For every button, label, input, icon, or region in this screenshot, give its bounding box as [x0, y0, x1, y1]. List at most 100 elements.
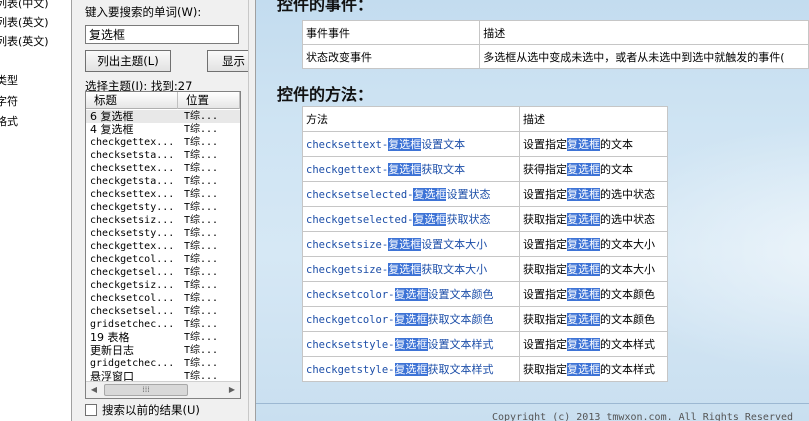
method-row: checkgetstyle-复选框获取文本样式 获取指定复选框的文本样式: [302, 356, 668, 382]
result-row[interactable]: checkgetsiz... T综...: [86, 279, 240, 292]
method-suffix: 获取文本: [421, 163, 466, 176]
desc-pre: 获取指定: [523, 213, 567, 226]
result-row[interactable]: checksetsta... T综...: [86, 149, 240, 162]
scroll-right-arrow-icon[interactable]: ▶: [224, 382, 240, 398]
desc-pre: 获取指定: [523, 313, 567, 326]
method-desc: 设置指定复选框的文本样式: [519, 331, 668, 357]
method-link[interactable]: checksetcolor-复选框设置文本颜色: [302, 281, 520, 307]
result-row[interactable]: checkgetsty... T综...: [86, 201, 240, 214]
tree-item[interactable]: 列表(英文): [0, 33, 49, 49]
method-link[interactable]: checksetselected-复选框设置状态: [302, 181, 520, 207]
method-desc: 设置指定复选框的文本大小: [519, 231, 668, 257]
scroll-thumb[interactable]: ⁞⁞⁞: [104, 384, 188, 396]
method-row: checksetsize-复选框设置文本大小 设置指定复选框的文本大小: [302, 231, 668, 257]
desc-highlight: 复选框: [567, 313, 600, 326]
method-link[interactable]: checkgetcolor-复选框获取文本颜色: [302, 306, 520, 332]
result-row[interactable]: 更新日志 T综...: [86, 344, 240, 357]
methods-table: 方法 描述 checksettext-复选框设置文本 设置指定复选框的文本 chec…: [302, 106, 668, 382]
method-highlight: 复选框: [394, 313, 428, 326]
method-link[interactable]: checkgetsize-复选框获取文本大小: [302, 256, 520, 282]
tree-item[interactable]: 列表(中文): [0, 0, 49, 11]
tree-item[interactable]: 类型: [0, 72, 18, 88]
methods-section-title: 控件的方法：: [277, 85, 374, 104]
search-previous-results[interactable]: 搜索以前的结果(U): [85, 402, 200, 418]
result-location: T综...: [184, 358, 219, 369]
result-title: checkgetsel...: [90, 267, 175, 278]
desc-pre: 设置指定: [523, 338, 567, 351]
result-location: T综...: [184, 202, 219, 213]
result-title: 19 表格: [90, 331, 130, 344]
result-location: T综...: [184, 306, 219, 317]
desc-highlight: 复选框: [567, 338, 600, 351]
result-row[interactable]: checkgetsel... T综...: [86, 266, 240, 279]
result-row[interactable]: checksetcol... T综...: [86, 292, 240, 305]
method-desc: 获得指定复选框的文本: [519, 156, 668, 182]
result-title: checkgettex...: [90, 137, 175, 148]
result-title: checkgetsty...: [90, 202, 175, 213]
result-row[interactable]: checksettex... T综...: [86, 162, 240, 175]
methods-rows: checksettext-复选框设置文本 设置指定复选框的文本 checkgette…: [302, 131, 668, 382]
method-row: checkgetselected-复选框获取状态 获取指定复选框的选中状态: [302, 206, 668, 232]
method-prefix: checksetselected-: [306, 189, 414, 201]
events-table: 事件事件 描述 状态改变事件 多选框从选中变成未选中，或者从未选中到选中就触发的…: [301, 20, 809, 69]
tree-item[interactable]: 格式: [0, 113, 18, 129]
search-input[interactable]: [85, 25, 239, 44]
result-row[interactable]: checksetsiz... T综...: [86, 214, 240, 227]
desc-post: 的文本大小: [600, 263, 655, 276]
result-location: T综...: [184, 319, 219, 330]
list-topics-button[interactable]: 列出主题(L): [85, 50, 171, 72]
result-row[interactable]: checkgettex... T综...: [86, 240, 240, 253]
tree-item[interactable]: 字符: [0, 93, 18, 109]
method-suffix: 设置文本样式: [427, 338, 494, 351]
result-title: gridsetchec...: [90, 319, 175, 330]
method-link[interactable]: checksetstyle-复选框设置文本样式: [302, 331, 520, 357]
scroll-left-arrow-icon[interactable]: ◀: [86, 382, 102, 398]
method-prefix: checksetsize-: [306, 239, 389, 251]
result-row[interactable]: checkgettex... T综...: [86, 136, 240, 149]
result-row[interactable]: checkgetcol... T综...: [86, 253, 240, 266]
result-row[interactable]: checkgetsta... T综...: [86, 175, 240, 188]
method-highlight: 复选框: [388, 238, 422, 251]
result-location: T综...: [184, 345, 219, 356]
result-row[interactable]: 19 表格 T综...: [86, 331, 240, 344]
method-highlight: 复选框: [413, 188, 447, 201]
method-link[interactable]: checkgetselected-复选框获取状态: [302, 206, 520, 232]
result-location: T综...: [184, 293, 219, 304]
content-divider: [256, 403, 809, 404]
method-desc: 获取指定复选框的文本颜色: [519, 306, 668, 332]
result-row[interactable]: 4 复选框 T综...: [86, 123, 240, 136]
result-row[interactable]: gridsetchec... T综...: [86, 318, 240, 331]
desc-post: 的选中状态: [600, 213, 655, 226]
tree-item[interactable]: 列表(英文): [0, 14, 49, 30]
method-desc: 获取指定复选框的文本样式: [519, 356, 668, 382]
desc-highlight: 复选框: [567, 188, 600, 201]
result-row[interactable]: 6 复选框 T综...: [86, 110, 240, 123]
method-desc: 设置指定复选框的文本颜色: [519, 281, 668, 307]
method-link[interactable]: checkgettext-复选框获取文本: [302, 156, 520, 182]
desc-post: 的文本样式: [600, 363, 655, 376]
desc-post: 的文本大小: [600, 238, 655, 251]
result-row[interactable]: checksettex... T综...: [86, 188, 240, 201]
column-header-location[interactable]: 位置: [178, 92, 240, 109]
method-suffix: 设置文本大小: [421, 238, 488, 251]
result-row[interactable]: gridgetchec... T综...: [86, 357, 240, 370]
result-title: checksetsel...: [90, 306, 175, 317]
method-suffix: 设置文本: [421, 138, 466, 151]
column-header-title[interactable]: 标题: [86, 92, 178, 109]
previous-results-checkbox[interactable]: [85, 404, 97, 416]
search-results-list[interactable]: 标题 位置 6 复选框 T综... 4 复选框 T综... checkgettex...…: [85, 91, 241, 399]
horizontal-scrollbar[interactable]: ◀ ⁞⁞⁞ ▶: [86, 381, 240, 398]
result-title: checksetsta...: [90, 150, 175, 161]
result-row[interactable]: checksetsel... T综...: [86, 305, 240, 318]
method-link[interactable]: checksettext-复选框设置文本: [302, 131, 520, 157]
method-link[interactable]: checkgetstyle-复选框获取文本样式: [302, 356, 520, 382]
desc-pre: 设置指定: [523, 238, 567, 251]
method-link[interactable]: checksetsize-复选框设置文本大小: [302, 231, 520, 257]
result-row[interactable]: checksetsty... T综...: [86, 227, 240, 240]
pane-splitter[interactable]: [248, 0, 256, 421]
previous-results-label: 搜索以前的结果(U): [102, 403, 200, 417]
method-prefix: checkgetcolor-: [306, 314, 395, 326]
method-row: checkgetcolor-复选框获取文本颜色 获取指定复选框的文本颜色: [302, 306, 668, 332]
result-location: T综...: [184, 150, 219, 161]
result-location: T综...: [184, 137, 219, 148]
